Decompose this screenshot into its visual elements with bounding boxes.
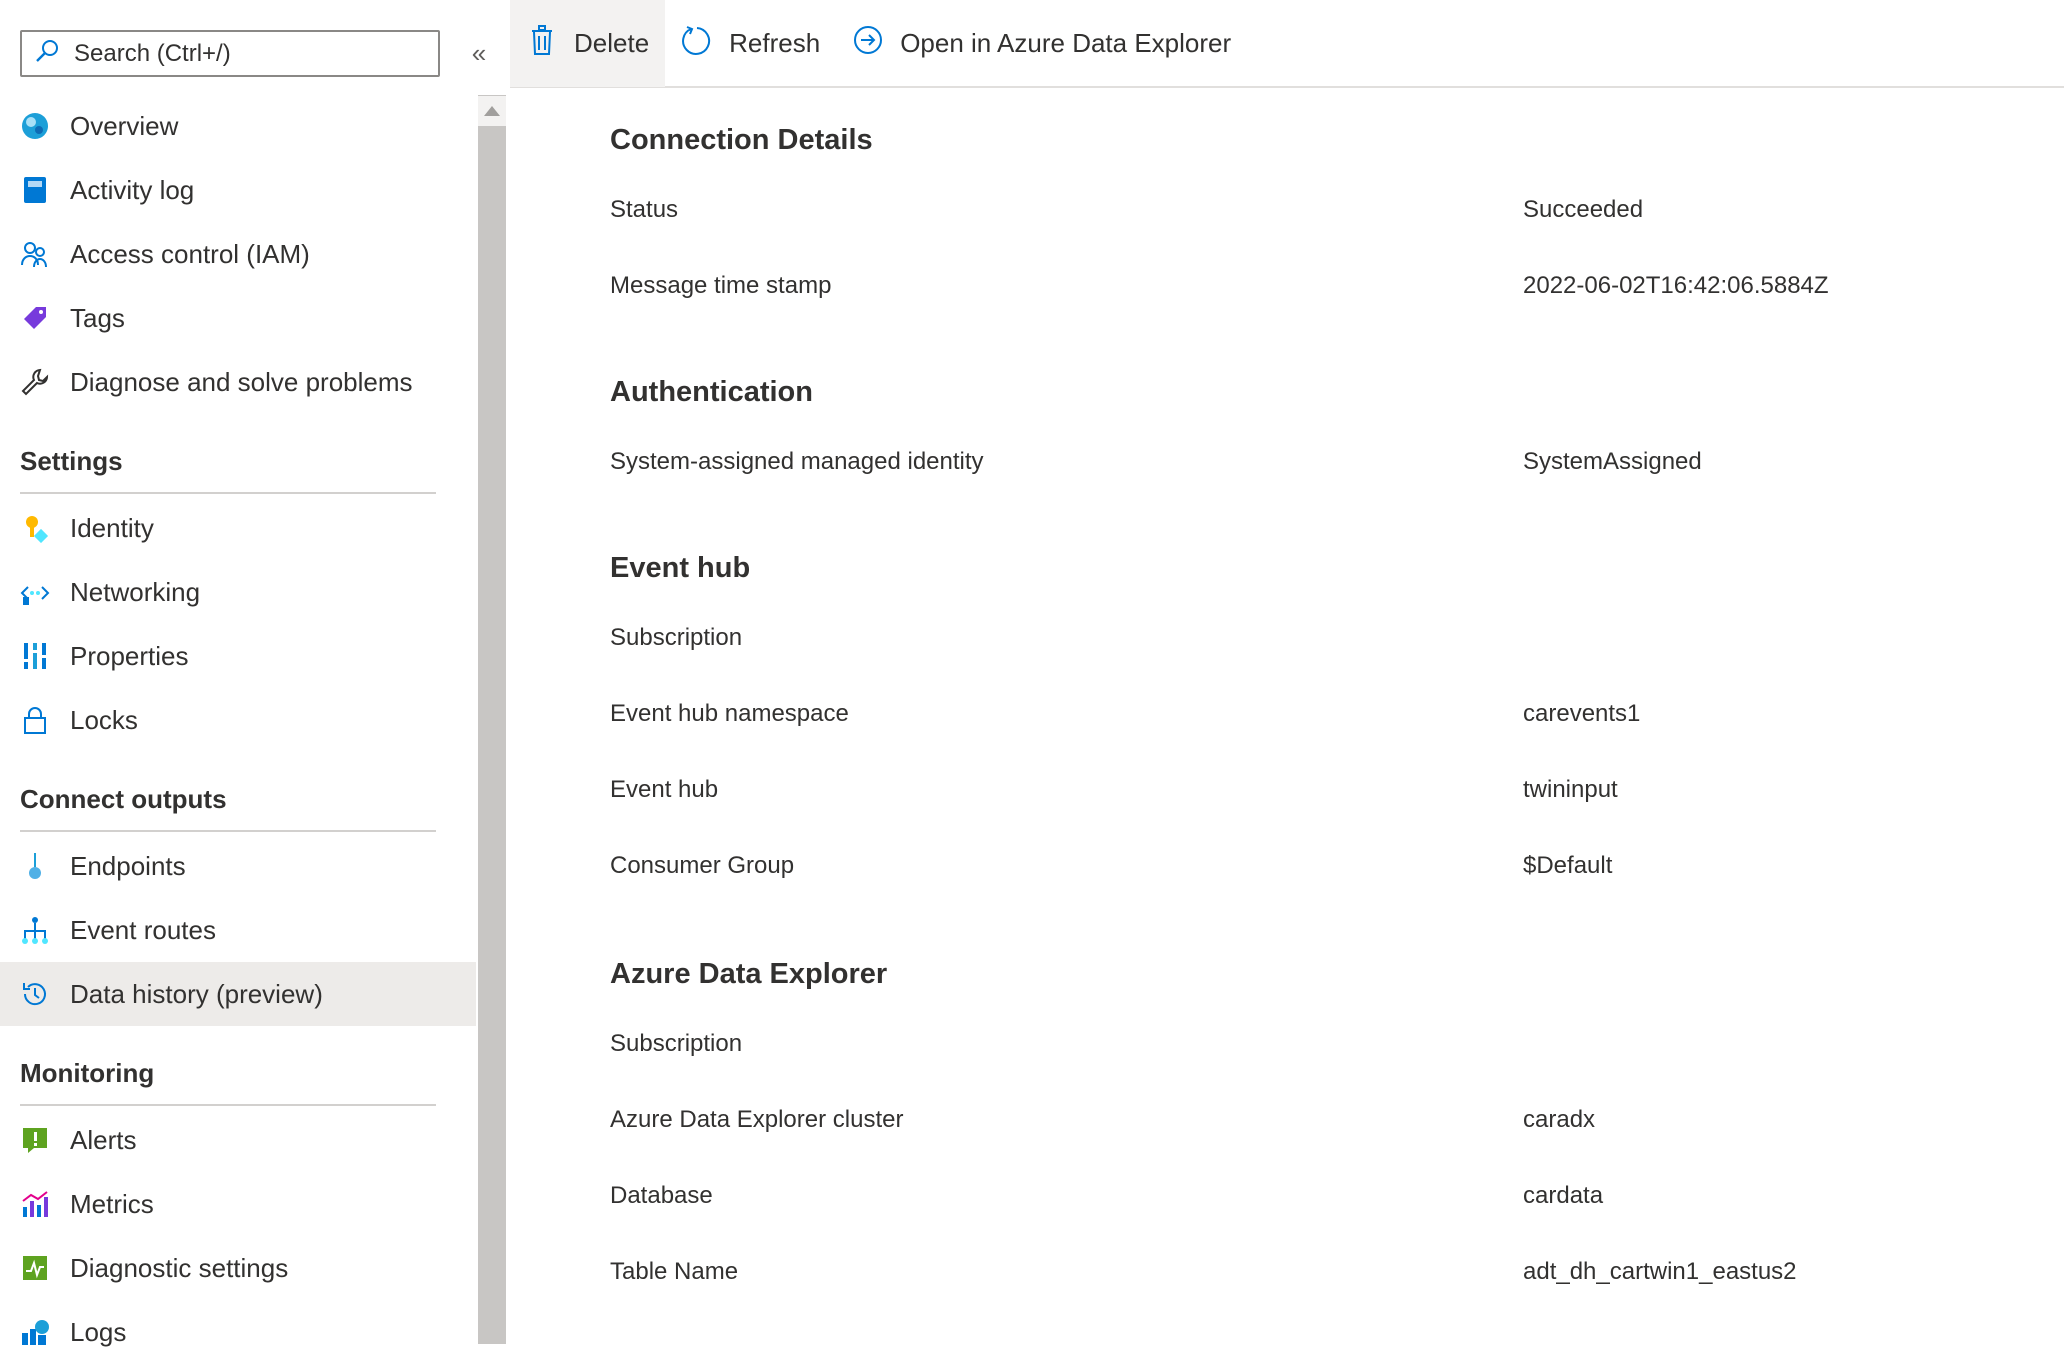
sidebar-scrollbar[interactable] (478, 95, 506, 1344)
sidebar-item-label: Locks (70, 704, 138, 735)
open-in-adx-button[interactable]: Open in Azure Data Explorer (836, 0, 1247, 87)
adx-table-value: adt_dh_cartwin1_eastus2 (1523, 1258, 1797, 1285)
sidebar-item-label: Access control (IAM) (70, 238, 310, 269)
sidebar-item-networking[interactable]: Networking (0, 560, 476, 624)
sidebar-item-event-routes[interactable]: Event routes (0, 898, 476, 962)
refresh-icon (681, 24, 729, 63)
sidebar-item-activity-log[interactable]: Activity log (0, 158, 476, 222)
eh-namespace-value: carevents1 (1523, 700, 1641, 727)
sidebar-item-identity[interactable]: Identity (0, 496, 476, 560)
section-divider (20, 830, 436, 832)
overview-icon (20, 111, 50, 141)
sidebar-item-diagnose[interactable]: Diagnose and solve problems (0, 350, 476, 414)
adx-table-label: Table Name (610, 1258, 739, 1285)
adx-cluster-value: caradx (1523, 1106, 1596, 1133)
identity-value: SystemAssigned (1523, 448, 1702, 475)
timestamp-value: 2022-06-02T16:42:06.5884Z (1523, 272, 1829, 299)
sidebar-item-data-history[interactable]: Data history (preview) (0, 962, 476, 1026)
heading-event-hub: Event hub (610, 552, 751, 584)
eh-subscription-label: Subscription (610, 624, 743, 651)
section-divider (20, 1104, 436, 1106)
sidebar-item-endpoints[interactable]: Endpoints (0, 834, 476, 898)
sidebar-item-label: Alerts (70, 1124, 137, 1155)
sidebar-item-label: Activity log (70, 174, 195, 205)
adx-cluster-label: Azure Data Explorer cluster (610, 1106, 904, 1133)
delete-label: Delete (574, 27, 650, 58)
diagnostic-settings-icon (20, 1253, 50, 1283)
search-icon (34, 38, 60, 69)
sidebar-item-properties[interactable]: Properties (0, 624, 476, 688)
sidebar-item-label: Diagnose and solve problems (70, 366, 413, 397)
arrow-circle-right-icon (852, 24, 900, 63)
status-value: Succeeded (1523, 196, 1644, 223)
sidebar-item-label: Identity (70, 512, 154, 543)
eh-consumer-group-label: Consumer Group (610, 852, 795, 879)
sidebar-item-label: Diagnostic settings (70, 1252, 289, 1283)
sidebar-item-logs[interactable]: Logs (0, 1300, 476, 1364)
event-routes-icon (20, 915, 50, 945)
sidebar-item-alerts[interactable]: Alerts (0, 1108, 476, 1172)
eh-consumer-group-value: $Default (1523, 852, 1613, 879)
collapse-menu-button[interactable]: « (466, 38, 492, 68)
section-header-monitoring: Monitoring (20, 1058, 155, 1088)
sidebar-item-label: Endpoints (70, 850, 186, 881)
left-nav: « Overview Activity log Access control (… (0, 0, 486, 1347)
section-header-connect-outputs: Connect outputs (20, 784, 227, 814)
sidebar-item-label: Properties (70, 640, 189, 671)
sidebar-item-locks[interactable]: Locks (0, 688, 476, 752)
refresh-button[interactable]: Refresh (665, 0, 836, 87)
open-in-adx-label: Open in Azure Data Explorer (900, 27, 1232, 58)
sidebar-item-label: Event routes (70, 914, 216, 945)
eh-hub-label: Event hub (610, 776, 719, 803)
delete-button[interactable]: Delete (510, 0, 666, 87)
heading-connection-details: Connection Details (610, 124, 873, 156)
sidebar-item-iam[interactable]: Access control (IAM) (0, 222, 476, 286)
adx-database-label: Database (610, 1182, 713, 1209)
section-header-settings: Settings (20, 446, 123, 476)
trash-icon (526, 24, 574, 63)
heading-azure-data-explorer: Azure Data Explorer (610, 958, 888, 990)
sidebar-item-tags[interactable]: Tags (0, 286, 476, 350)
endpoint-icon (20, 851, 50, 881)
sidebar-item-label: Data history (preview) (70, 978, 323, 1009)
metrics-icon (20, 1189, 50, 1219)
sidebar-item-overview[interactable]: Overview (0, 94, 476, 158)
search-box[interactable] (20, 30, 440, 77)
iam-icon (20, 239, 50, 269)
section-divider (20, 492, 436, 494)
heading-authentication: Authentication (610, 376, 813, 408)
properties-icon (20, 641, 50, 671)
identity-label: System-assigned managed identity (610, 448, 984, 475)
eh-namespace-label: Event hub namespace (610, 700, 849, 727)
eh-hub-value: twininput (1523, 776, 1618, 803)
sidebar-item-diagnostic-settings[interactable]: Diagnostic settings (0, 1236, 476, 1300)
activity-log-icon (20, 175, 50, 205)
logs-icon (20, 1317, 50, 1347)
adx-database-value: cardata (1523, 1182, 1604, 1209)
sidebar-item-label: Metrics (70, 1188, 154, 1219)
identity-icon (20, 513, 50, 543)
refresh-label: Refresh (729, 27, 821, 58)
tag-icon (20, 303, 50, 333)
history-icon (20, 979, 50, 1009)
sidebar-item-metrics[interactable]: Metrics (0, 1172, 476, 1236)
wrench-icon (20, 367, 50, 397)
search-input[interactable] (72, 38, 412, 69)
lock-icon (20, 705, 50, 735)
networking-icon (20, 577, 50, 607)
sidebar-item-label: Logs (70, 1316, 127, 1347)
timestamp-label: Message time stamp (610, 272, 832, 299)
sidebar-item-label: Overview (70, 110, 179, 141)
scroll-up-arrow-icon[interactable] (478, 96, 506, 126)
sidebar-item-label: Networking (70, 576, 201, 607)
sidebar-item-label: Tags (70, 302, 125, 333)
status-label: Status (610, 196, 679, 223)
alert-icon (20, 1125, 50, 1155)
command-bar: Delete Refresh Open in Azure Data Explor… (510, 0, 2064, 88)
adx-subscription-label: Subscription (610, 1030, 743, 1057)
